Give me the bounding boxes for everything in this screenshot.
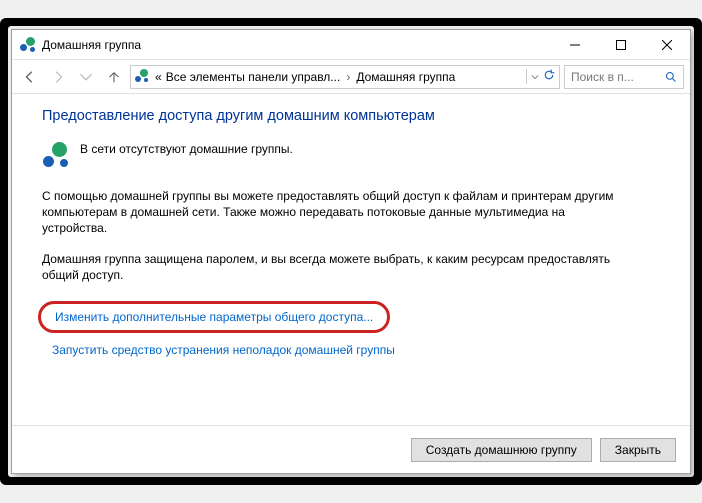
minimize-button[interactable] bbox=[552, 30, 598, 60]
close-panel-button[interactable]: Закрыть bbox=[600, 438, 676, 462]
page-heading: Предоставление доступа другим домашним к… bbox=[42, 108, 670, 124]
addressbar-dropdown-icon[interactable] bbox=[531, 70, 539, 84]
status-row: В сети отсутствуют домашние группы. bbox=[42, 142, 670, 170]
homegroup-large-icon bbox=[42, 142, 70, 170]
homegroup-icon bbox=[20, 37, 36, 53]
window-controls bbox=[552, 30, 690, 60]
highlighted-link-box: Изменить дополнительные параметры общего… bbox=[38, 301, 390, 333]
close-button[interactable] bbox=[644, 30, 690, 60]
refresh-button[interactable] bbox=[543, 69, 555, 84]
breadcrumb-seg2[interactable]: Домашняя группа bbox=[356, 70, 455, 84]
footer: Создать домашнюю группу Закрыть bbox=[12, 425, 690, 473]
description-paragraph-2: Домашняя группа защищена паролем, и вы в… bbox=[42, 251, 622, 283]
homegroup-window: Домашняя группа « Все элементы панели уп… bbox=[11, 29, 691, 474]
create-homegroup-button[interactable]: Создать домашнюю группу bbox=[411, 438, 592, 462]
window-title: Домашняя группа bbox=[42, 38, 552, 52]
homegroup-small-icon bbox=[135, 69, 151, 85]
search-placeholder: Поиск в п... bbox=[571, 70, 661, 84]
search-icon bbox=[665, 71, 677, 83]
breadcrumb-seg1[interactable]: Все элементы панели управл... bbox=[166, 70, 341, 84]
back-button[interactable] bbox=[18, 65, 42, 89]
advanced-sharing-link[interactable]: Изменить дополнительные параметры общего… bbox=[55, 310, 373, 324]
up-button[interactable] bbox=[102, 65, 126, 89]
address-bar[interactable]: « Все элементы панели управл... › Домашн… bbox=[130, 65, 560, 89]
breadcrumb-prefix: « bbox=[155, 70, 162, 84]
titlebar: Домашняя группа bbox=[12, 30, 690, 60]
description-paragraph-1: С помощью домашней группы вы можете пред… bbox=[42, 188, 622, 237]
navbar: « Все элементы панели управл... › Домашн… bbox=[12, 60, 690, 94]
troubleshooter-link[interactable]: Запустить средство устранения неполадок … bbox=[52, 343, 395, 357]
forward-button[interactable] bbox=[46, 65, 70, 89]
chevron-right-icon[interactable]: › bbox=[346, 70, 350, 84]
no-homegroups-text: В сети отсутствуют домашние группы. bbox=[80, 142, 293, 156]
recent-dropdown[interactable] bbox=[74, 65, 98, 89]
content-area: Предоставление доступа другим домашним к… bbox=[12, 94, 690, 425]
search-input[interactable]: Поиск в п... bbox=[564, 65, 684, 89]
maximize-button[interactable] bbox=[598, 30, 644, 60]
